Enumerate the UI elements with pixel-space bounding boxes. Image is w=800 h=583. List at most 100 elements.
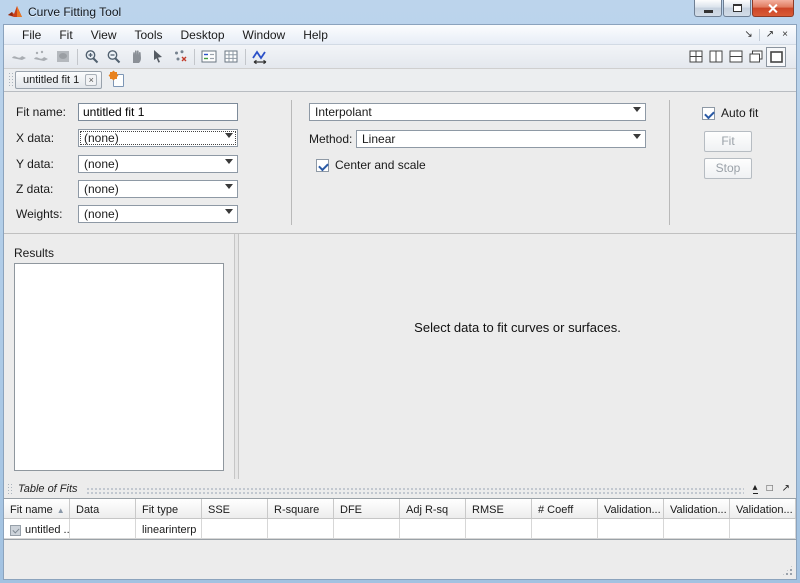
cell-adj-r-sq[interactable]	[400, 519, 466, 538]
drag-handle[interactable]	[8, 72, 13, 88]
table-of-fits-titlebar[interactable]: Table of Fits ▴ □ ↗	[4, 479, 796, 498]
method-value: Linear	[362, 132, 396, 146]
center-and-scale-checkbox[interactable]	[316, 158, 329, 172]
separator	[77, 48, 78, 65]
contour-plot-icon[interactable]	[52, 47, 74, 67]
residuals-plot-icon[interactable]	[30, 47, 52, 67]
table-of-fits: Fit name ▲ Data Fit type SSE R-square DF…	[4, 498, 796, 540]
adjust-axes-limits-icon[interactable]	[249, 47, 271, 67]
maximize-panel-icon[interactable]: □	[767, 483, 773, 494]
column-header-validation-2[interactable]: Validation...	[664, 499, 730, 518]
column-header-coeff[interactable]: # Coeff	[532, 499, 598, 518]
results-listbox[interactable]	[14, 263, 224, 471]
weights-dropdown[interactable]: (none)	[78, 205, 238, 223]
y-data-dropdown[interactable]: (none)	[78, 155, 238, 173]
resize-grip[interactable]	[781, 564, 794, 577]
cell-r-square[interactable]	[268, 519, 334, 538]
zoom-out-icon[interactable]	[103, 47, 125, 67]
menu-fit[interactable]: Fit	[50, 26, 81, 44]
cell-data[interactable]	[70, 519, 136, 538]
fit-visibility-checkbox[interactable]	[10, 524, 21, 536]
close-button[interactable]	[752, 0, 794, 17]
layout-single-icon[interactable]	[766, 46, 786, 67]
cell-dfe[interactable]	[334, 519, 400, 538]
dock-arrow-icon[interactable]: ↘	[740, 29, 756, 40]
fit-type-dropdown[interactable]: Interpolant	[309, 103, 646, 121]
data-cursor-icon[interactable]	[147, 47, 169, 67]
z-data-value: (none)	[84, 182, 119, 196]
z-data-dropdown[interactable]: (none)	[78, 180, 238, 198]
drag-handle[interactable]	[7, 483, 12, 494]
cell-rmse[interactable]	[466, 519, 532, 538]
toolbar	[4, 45, 796, 69]
center-and-scale-label: Center and scale	[335, 158, 426, 172]
menu-tools[interactable]: Tools	[125, 26, 171, 44]
fit-name-input[interactable]	[78, 103, 238, 121]
column-header-fit-type[interactable]: Fit type	[136, 499, 202, 518]
minimize-button[interactable]	[694, 0, 722, 17]
panel-texture	[85, 486, 744, 494]
cell-validation-2[interactable]	[664, 519, 730, 538]
column-header-sse[interactable]: SSE	[202, 499, 268, 518]
tab-untitled-fit-1[interactable]: untitled fit 1 ×	[15, 71, 103, 89]
x-data-dropdown[interactable]: (none)	[78, 129, 238, 147]
cell-coeff[interactable]	[532, 519, 598, 538]
table-row[interactable]: untitled ... linearinterp	[4, 519, 796, 539]
menu-help[interactable]: Help	[294, 26, 337, 44]
menu-file[interactable]: File	[13, 26, 50, 44]
chevron-down-icon	[633, 107, 641, 112]
chevron-down-icon	[225, 133, 233, 138]
titlebar[interactable]: Curve Fitting Tool	[0, 0, 800, 24]
column-header-validation-3[interactable]: Validation...	[730, 499, 796, 518]
main-plot-icon[interactable]	[8, 47, 30, 67]
tab-label: untitled fit 1	[23, 74, 80, 86]
x-data-label: X data:	[16, 131, 55, 145]
grid-icon[interactable]	[220, 47, 242, 67]
table-header-row: Fit name ▲ Data Fit type SSE R-square DF…	[4, 499, 796, 519]
close-panel-icon[interactable]: ×	[778, 29, 792, 40]
tab-close-icon[interactable]: ×	[85, 74, 98, 86]
cell-validation-3[interactable]	[730, 519, 796, 538]
pan-icon[interactable]	[125, 47, 147, 67]
menu-window[interactable]: Window	[234, 26, 295, 44]
column-header-data[interactable]: Data	[70, 499, 136, 518]
y-data-value: (none)	[84, 157, 119, 171]
legend-icon[interactable]	[198, 47, 220, 67]
column-label: Fit name	[10, 504, 53, 516]
column-header-r-square[interactable]: R-square	[268, 499, 334, 518]
fit-name-label: Fit name:	[16, 105, 67, 119]
layout-grid-icon[interactable]	[686, 47, 706, 67]
zoom-in-icon[interactable]	[81, 47, 103, 67]
cell-validation-1[interactable]	[598, 519, 664, 538]
column-header-dfe[interactable]: DFE	[334, 499, 400, 518]
collapse-panel-icon[interactable]: ▴	[752, 483, 758, 494]
cell-fit-type[interactable]: linearinterp	[136, 519, 202, 538]
cell-fit-name[interactable]: untitled ...	[4, 519, 70, 538]
menu-desktop[interactable]: Desktop	[172, 26, 234, 44]
layout-cascade-icon[interactable]	[746, 47, 766, 67]
separator	[245, 48, 246, 65]
x-data-value: (none)	[84, 131, 119, 145]
chevron-down-icon	[225, 209, 233, 214]
exclude-outliers-icon[interactable]	[169, 47, 191, 67]
column-header-rmse[interactable]: RMSE	[466, 499, 532, 518]
fit-button[interactable]: Fit	[704, 131, 752, 152]
column-header-fit-name[interactable]: Fit name ▲	[4, 499, 70, 518]
column-header-validation-1[interactable]: Validation...	[598, 499, 664, 518]
column-header-adj-r-sq[interactable]: Adj R-sq	[400, 499, 466, 518]
undock-arrow-icon[interactable]: ↗	[762, 29, 778, 40]
close-icon	[768, 3, 778, 13]
y-data-label: Y data:	[16, 157, 54, 171]
matlab-logo-icon	[8, 6, 22, 17]
method-dropdown[interactable]: Linear	[356, 130, 646, 148]
stop-button[interactable]: Stop	[704, 158, 752, 179]
auto-fit-checkbox[interactable]	[702, 106, 715, 120]
menubar: File Fit View Tools Desktop Window Help …	[4, 25, 796, 45]
new-fit-button[interactable]	[108, 70, 126, 88]
menu-view[interactable]: View	[82, 26, 126, 44]
undock-panel-icon[interactable]: ↗	[782, 483, 790, 494]
maximize-button[interactable]	[723, 0, 751, 17]
layout-columns-icon[interactable]	[706, 47, 726, 67]
layout-rows-icon[interactable]	[726, 47, 746, 67]
cell-sse[interactable]	[202, 519, 268, 538]
